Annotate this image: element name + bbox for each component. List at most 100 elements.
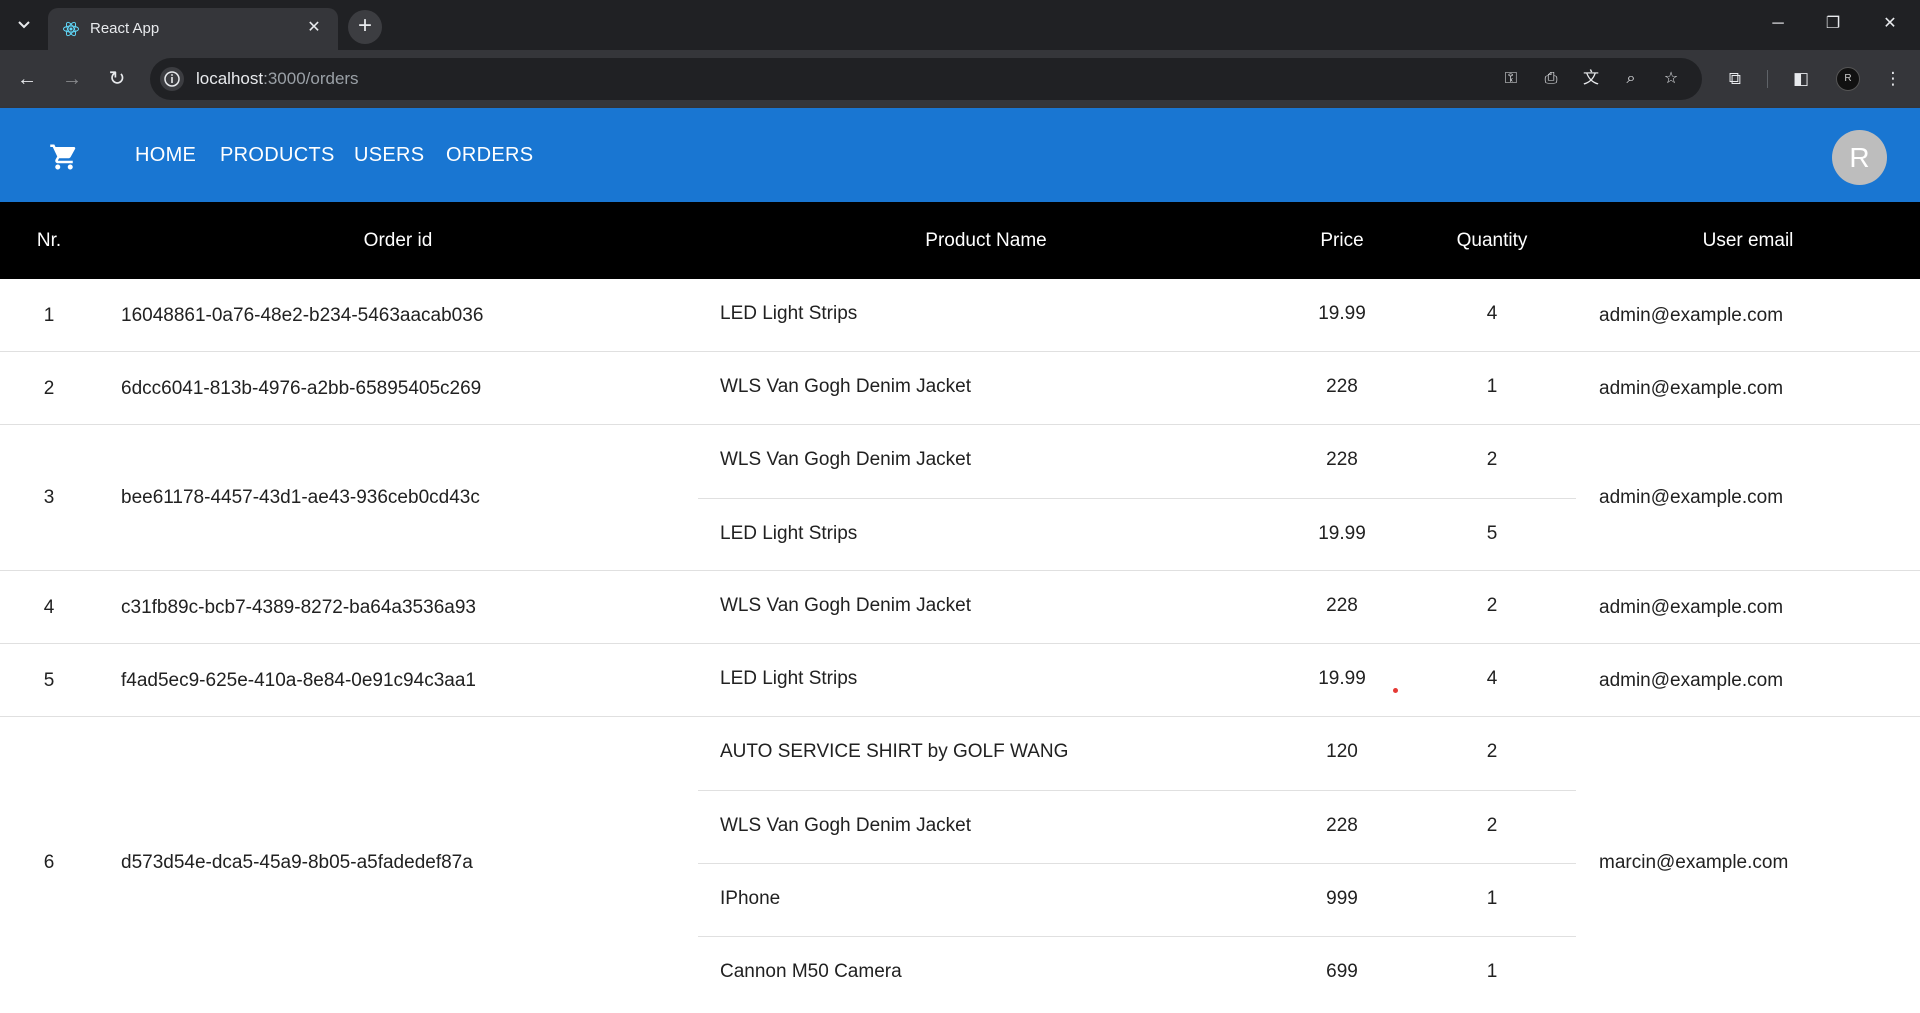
header-price: Price [1320, 230, 1364, 251]
order-item: WLS Van Gogh Denim Jacket 228 2 [698, 790, 1576, 863]
product-quantity: 2 [1486, 595, 1498, 616]
order-item: WLS Van Gogh Denim Jacket 228 1 [698, 352, 1576, 425]
site-info-icon[interactable] [160, 67, 184, 91]
forward-icon[interactable]: → [59, 66, 85, 92]
table-header: Nr. Order id Product Name Price Quantity… [0, 202, 1920, 279]
product-quantity: 1 [1486, 376, 1498, 397]
window-close-icon[interactable]: ✕ [1876, 12, 1904, 36]
product-quantity: 4 [1486, 303, 1498, 324]
key-icon[interactable]: ⚿ [1500, 68, 1522, 90]
order-id: f4ad5ec9-625e-410a-8e84-0e91c94c3aa1 [121, 669, 476, 691]
product-price: 228 [1326, 815, 1358, 836]
table-row: 2 6dcc6041-813b-4976-a2bb-65895405c269 adm… [0, 352, 1920, 425]
toolbar-divider [1767, 70, 1768, 88]
close-icon[interactable]: ✕ [304, 18, 324, 38]
install-icon[interactable]: ⎙ [1540, 68, 1562, 90]
header-user-email: User email [1702, 230, 1794, 251]
user-avatar[interactable]: R [1832, 130, 1887, 185]
product-name: WLS Van Gogh Denim Jacket [720, 595, 971, 616]
browser-toolbar: ← → ↻ localhost:3000/orders ⚿ ⎙ 文 ⌕ ☆ ⧉ … [0, 50, 1920, 108]
tab-title: React App [90, 20, 160, 37]
browser-tab[interactable]: React App ✕ [48, 8, 338, 50]
user-email: admin@example.com [1599, 596, 1784, 618]
product-name: Cannon M50 Camera [720, 961, 902, 982]
header-product-name: Product Name [925, 230, 1047, 251]
app-bar: HOME PRODUCTS USERS ORDERS R [0, 108, 1920, 202]
nav-orders[interactable]: ORDERS [446, 144, 533, 167]
order-id: 16048861-0a76-48e2-b234-5463aacab036 [121, 304, 484, 326]
tab-search-icon[interactable] [10, 13, 38, 37]
table-row: 4 c31fb89c-bcb7-4389-8272-ba64a3536a93 adm… [0, 571, 1920, 644]
product-quantity: 1 [1486, 961, 1498, 982]
product-quantity: 2 [1486, 449, 1498, 470]
order-nr: 6 [43, 852, 55, 873]
table-row: 6 d573d54e-dca5-45a9-8b05-a5fadedef87a mar… [0, 717, 1920, 1007]
star-icon[interactable]: ☆ [1660, 68, 1682, 90]
back-icon[interactable]: ← [14, 66, 40, 92]
order-id: bee61178-4457-43d1-ae43-936ceb0cd43c [121, 487, 480, 508]
product-price: 999 [1326, 888, 1358, 909]
profile-avatar[interactable]: R [1836, 67, 1860, 91]
order-id: d573d54e-dca5-45a9-8b05-a5fadedef87a [121, 852, 473, 873]
shopping-cart-icon[interactable] [48, 142, 80, 172]
product-price: 228 [1326, 376, 1358, 397]
order-id: 6dcc6041-813b-4976-a2bb-65895405c269 [121, 377, 482, 399]
header-nr: Nr. [36, 230, 62, 251]
product-price: 19.99 [1318, 303, 1366, 324]
user-email: admin@example.com [1599, 669, 1784, 691]
product-price: 699 [1326, 961, 1358, 982]
order-item: WLS Van Gogh Denim Jacket 228 2 [698, 571, 1576, 644]
table-row: 5 f4ad5ec9-625e-410a-8e84-0e91c94c3aa1 adm… [0, 644, 1920, 717]
nav-home[interactable]: HOME [135, 144, 196, 167]
product-price: 120 [1326, 741, 1358, 762]
header-quantity: Quantity [1456, 230, 1528, 251]
product-name: IPhone [720, 888, 781, 909]
order-item: LED Light Strips 19.99 4 [698, 644, 1576, 717]
order-nr: 5 [43, 669, 55, 691]
nav-products[interactable]: PRODUCTS [220, 144, 335, 167]
product-price: 19.99 [1318, 668, 1366, 689]
reload-icon[interactable]: ↻ [104, 66, 130, 92]
table-row: 3 bee61178-4457-43d1-ae43-936ceb0cd43c adm… [0, 425, 1920, 571]
product-quantity: 2 [1486, 815, 1498, 836]
product-name: LED Light Strips [720, 523, 858, 544]
product-quantity: 4 [1486, 668, 1498, 689]
url-text[interactable]: localhost:3000/orders [196, 69, 359, 89]
orders-table: Nr. Order id Product Name Price Quantity… [0, 202, 1920, 1007]
order-item: LED Light Strips 19.99 5 [698, 498, 1576, 571]
translate-icon[interactable]: 文 [1580, 68, 1602, 90]
product-quantity: 1 [1486, 888, 1498, 909]
address-bar[interactable]: localhost:3000/orders ⚿ ⎙ 文 ⌕ ☆ [150, 58, 1702, 100]
product-name: WLS Van Gogh Denim Jacket [720, 376, 971, 397]
product-name: LED Light Strips [720, 668, 858, 689]
restore-icon[interactable]: ❐ [1819, 12, 1847, 36]
plus-icon[interactable]: + [348, 10, 382, 44]
order-id: c31fb89c-bcb7-4389-8272-ba64a3536a93 [121, 596, 476, 618]
product-quantity: 2 [1486, 741, 1498, 762]
table-row: 1 16048861-0a76-48e2-b234-5463aacab036 adm… [0, 279, 1920, 352]
order-nr: 4 [43, 596, 55, 618]
side-panel-icon[interactable]: ◧ [1788, 66, 1814, 92]
product-name: LED Light Strips [720, 303, 858, 324]
product-name: AUTO SERVICE SHIRT by GOLF WANG [720, 741, 1069, 762]
extensions-icon[interactable]: ⧉ [1722, 66, 1748, 92]
product-price: 19.99 [1318, 523, 1366, 544]
order-nr: 3 [43, 487, 55, 508]
order-item: Cannon M50 Camera 699 1 [698, 936, 1576, 1007]
minimize-icon[interactable]: ─ [1764, 12, 1792, 36]
product-quantity: 5 [1486, 523, 1498, 544]
product-price: 228 [1326, 449, 1358, 470]
user-email: admin@example.com [1599, 487, 1784, 508]
cursor-dot [1393, 688, 1398, 693]
user-email: admin@example.com [1599, 377, 1784, 399]
nav-users[interactable]: USERS [354, 144, 424, 167]
product-name: WLS Van Gogh Denim Jacket [720, 449, 971, 470]
header-order-id: Order id [363, 230, 433, 251]
react-logo-icon [63, 21, 79, 37]
zoom-icon[interactable]: ⌕ [1620, 68, 1642, 90]
table-body: 1 16048861-0a76-48e2-b234-5463aacab036 adm… [0, 279, 1920, 1007]
order-item: AUTO SERVICE SHIRT by GOLF WANG 120 2 [698, 717, 1576, 790]
user-email: marcin@example.com [1599, 852, 1789, 873]
order-nr: 1 [43, 304, 55, 326]
more-icon[interactable]: ⋮ [1880, 66, 1906, 92]
